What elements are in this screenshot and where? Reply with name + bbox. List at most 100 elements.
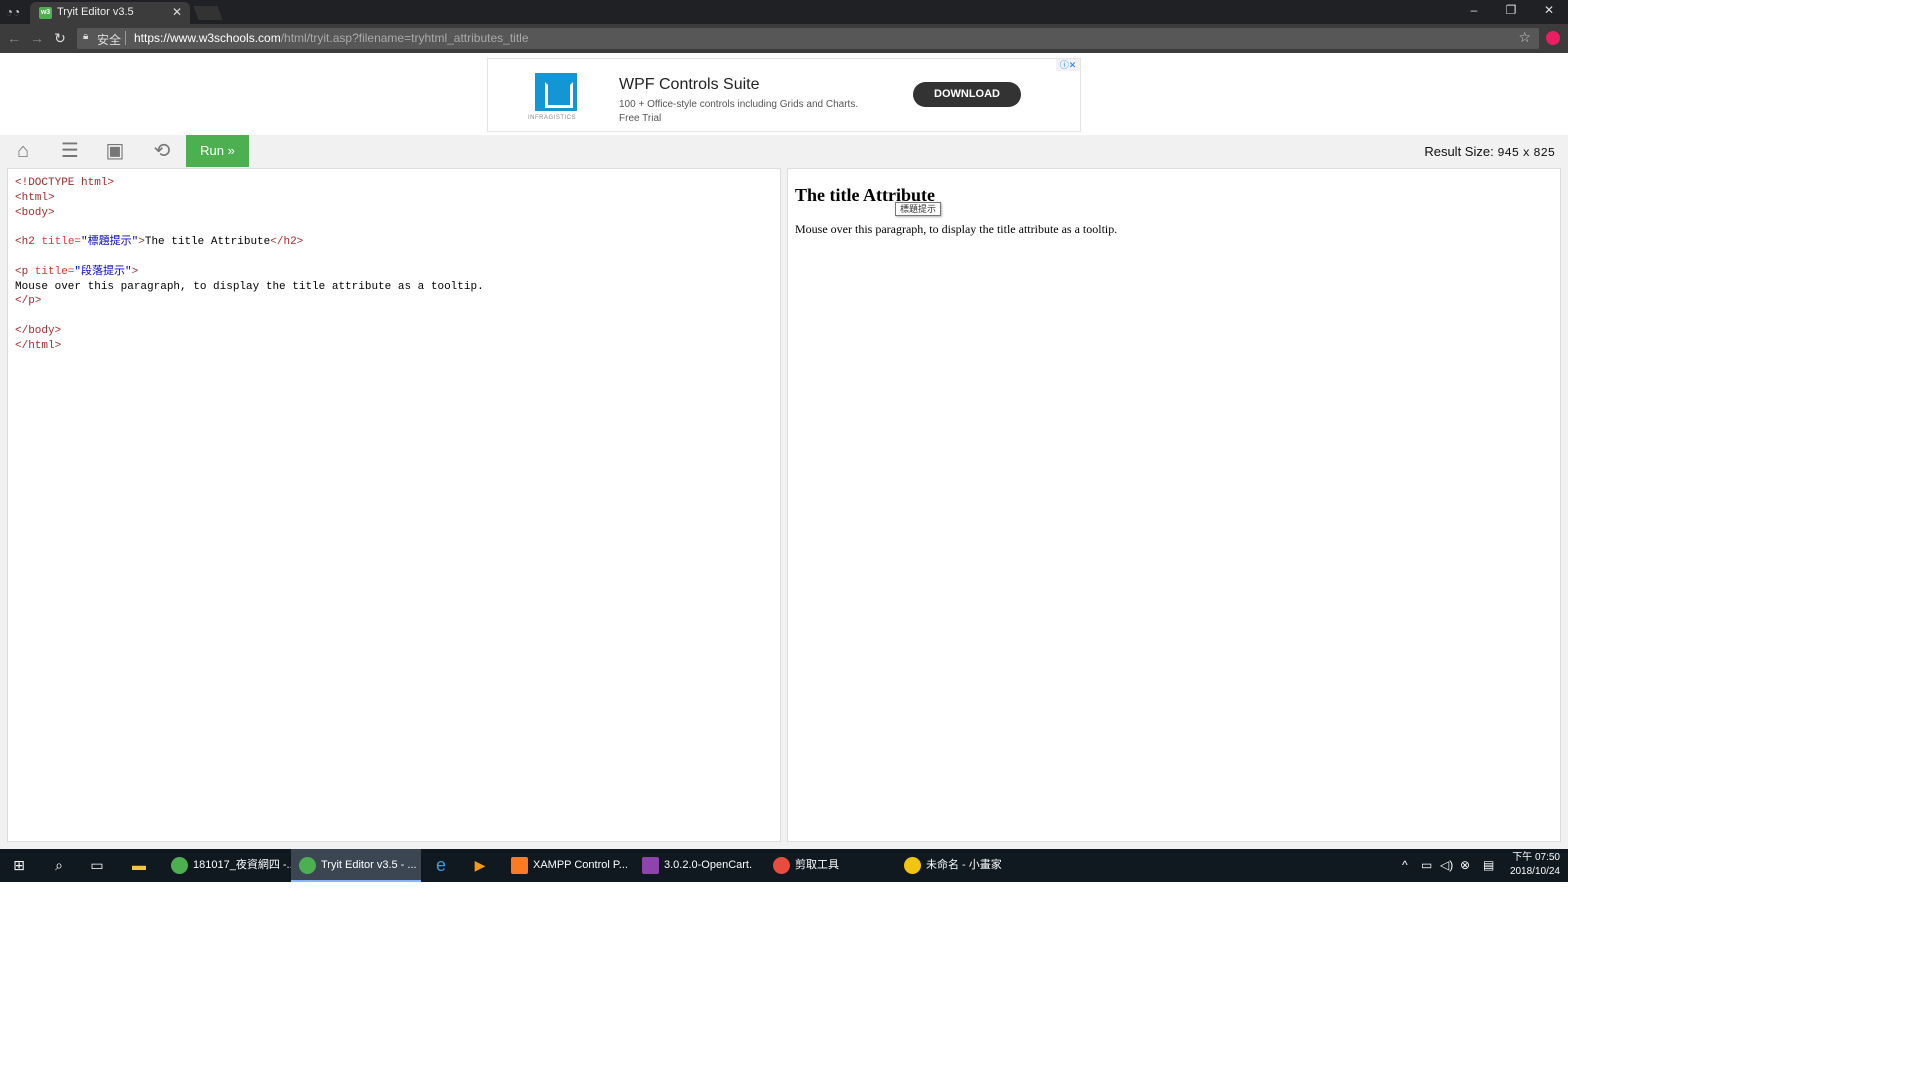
result-height: 825 <box>1533 146 1555 160</box>
divider <box>125 31 126 45</box>
result-content: The title Attribute Mouse over this para… <box>795 185 1117 237</box>
address-bar[interactable]: 🔒︎ 安全 https://www.w3schools.com/html/try… <box>77 28 1539 49</box>
clock[interactable]: 下午 07:50 2018/10/24 <box>1510 851 1560 879</box>
ad-close-icon[interactable]: ⓘ✕ <box>1056 59 1080 71</box>
code-token: "段落提示" <box>74 265 132 278</box>
taskbar-app-winrar[interactable]: 3.0.2.0-OpenCart. <box>634 849 761 882</box>
code-line: </p> <box>15 295 42 308</box>
code-token: The title Attribute <box>144 236 271 249</box>
forward-icon[interactable]: → <box>29 30 45 46</box>
result-width: 945 <box>1497 146 1519 160</box>
code-line: </html> <box>15 339 62 352</box>
code-token: </h2> <box>270 236 304 249</box>
volume-icon[interactable]: ◁) <box>1440 858 1453 872</box>
w3schools-favicon-icon: w3 <box>39 7 52 19</box>
chrome-icon <box>299 857 316 874</box>
windows-start-icon[interactable]: ⊞ <box>9 855 29 875</box>
code-text[interactable]: <!DOCTYPE html> <html> <body> <h2 title=… <box>15 176 484 354</box>
result-paragraph[interactable]: Mouse over this paragraph, to display th… <box>795 222 1117 237</box>
code-line: <html> <box>15 191 55 204</box>
clock-date: 2018/10/24 <box>1509 866 1560 877</box>
menu-icon[interactable]: ☰ <box>58 139 82 163</box>
back-icon[interactable]: ← <box>6 30 22 46</box>
url-host: https://www.w3schools.com <box>134 31 281 45</box>
winrar-icon <box>642 857 659 874</box>
media-player-icon[interactable]: ▶ <box>470 855 490 875</box>
taskbar: ⊞ ⌕ ▭ ▬ 181017_夜資網四 -... Tryit Editor v3… <box>0 849 1568 882</box>
task-view-icon[interactable]: ▭ <box>87 855 107 875</box>
code-token: > <box>131 265 139 278</box>
code-token: > <box>138 236 145 249</box>
incognito-icon: ◔◔ <box>5 5 21 19</box>
minimize-button[interactable]: – <box>1466 3 1482 17</box>
code-token: <p <box>15 265 29 278</box>
notification-icon[interactable]: ▤ <box>1483 858 1494 872</box>
code-line: Mouse over this paragraph, to display th… <box>15 280 484 293</box>
taskbar-app-paint[interactable]: 未命名 - 小畫家 <box>896 849 1023 882</box>
network-icon[interactable]: ▭ <box>1421 858 1432 872</box>
code-line: <!DOCTYPE html> <box>15 177 115 189</box>
snipping-tool-icon <box>773 857 790 874</box>
xampp-icon <box>511 857 528 874</box>
maximize-button[interactable]: ❐ <box>1503 3 1519 17</box>
tooltip: 標題提示 <box>895 202 942 216</box>
taskbar-app-chrome-2[interactable]: Tryit Editor v3.5 - ... <box>291 849 421 882</box>
url-text[interactable]: https://www.w3schools.com/html/tryit.asp… <box>134 31 529 45</box>
browser-tab[interactable]: w3 Tryit Editor v3.5 ✕ <box>30 2 190 24</box>
save-icon[interactable]: ▣ <box>103 139 127 163</box>
paint-icon <box>904 857 921 874</box>
tab-title: Tryit Editor v3.5 <box>57 6 134 18</box>
ad-brand: INFRAGISTICS <box>528 115 577 121</box>
taskbar-app-label: 未命名 - 小畫家 <box>926 859 1002 871</box>
code-token: title= <box>34 236 82 249</box>
bookmark-star-icon[interactable]: ☆ <box>1518 29 1531 46</box>
taskbar-app-label: Tryit Editor v3.5 - ... <box>321 859 417 871</box>
result-panel: The title Attribute Mouse over this para… <box>787 168 1561 842</box>
rotate-layout-icon[interactable]: ⟲ <box>150 139 174 163</box>
secure-label: 安全 <box>97 33 122 47</box>
code-line: <body> <box>15 206 55 219</box>
taskbar-app-label: 181017_夜資網四 -... <box>193 859 296 871</box>
ad-title[interactable]: WPF Controls Suite <box>619 76 759 94</box>
url-path: /html/tryit.asp?filename=tryhtml_attribu… <box>280 31 529 45</box>
chrome-icon <box>171 857 188 874</box>
file-explorer-icon[interactable]: ▬ <box>129 855 149 875</box>
code-token: <h2 <box>15 236 35 249</box>
result-size: Result Size: 945 x 825 <box>1424 144 1555 160</box>
reload-icon[interactable]: ↻ <box>52 30 68 47</box>
taskbar-app-label: 3.0.2.0-OpenCart. <box>664 859 753 871</box>
taskbar-app-snipping-tool[interactable]: 剪取工具 <box>765 849 892 882</box>
tab-close-icon[interactable]: ✕ <box>172 5 182 19</box>
code-line: </body> <box>15 324 62 337</box>
close-circle-icon[interactable]: ⊗ <box>1460 858 1470 872</box>
taskbar-app-xampp[interactable]: XAMPP Control P... <box>503 849 630 882</box>
taskbar-app-label: 剪取工具 <box>795 859 839 871</box>
ad-download-button[interactable]: DOWNLOAD <box>913 82 1021 107</box>
search-icon[interactable]: ⌕ <box>49 855 69 875</box>
extension-icon[interactable] <box>1546 31 1560 45</box>
window-close-button[interactable]: ✕ <box>1541 3 1557 17</box>
edge-icon[interactable]: e <box>431 855 451 875</box>
advertisement[interactable]: INFRAGISTICS WPF Controls Suite 100 + Of… <box>487 58 1081 132</box>
browser-toolbar: ← → ↻ 🔒︎ 安全 https://www.w3schools.com/ht… <box>0 24 1568 53</box>
ad-area: INFRAGISTICS WPF Controls Suite 100 + Of… <box>0 53 1568 135</box>
work-area: <!DOCTYPE html> <html> <body> <h2 title=… <box>0 167 1568 849</box>
run-button[interactable]: Run » <box>186 135 249 167</box>
taskbar-app-chrome-1[interactable]: 181017_夜資網四 -... <box>163 849 296 882</box>
code-token: "標題提示" <box>81 236 139 249</box>
code-token: title= <box>28 265 75 278</box>
taskbar-app-label: XAMPP Control P... <box>533 859 628 871</box>
tray-chevron-icon[interactable]: ^ <box>1402 858 1408 872</box>
home-icon[interactable]: ⌂ <box>11 139 35 163</box>
browser-tab-bar: ◔◔ w3 Tryit Editor v3.5 ✕ – ❐ ✕ <box>0 0 1568 24</box>
result-size-label: Result Size: <box>1424 144 1494 159</box>
result-x: x <box>1522 146 1530 160</box>
code-editor[interactable]: <!DOCTYPE html> <html> <body> <h2 title=… <box>7 168 781 842</box>
ad-text: 100 + Office-style controls including Gr… <box>619 99 859 124</box>
lock-icon: 🔒︎ <box>83 31 89 42</box>
result-heading[interactable]: The title Attribute <box>795 185 1117 206</box>
infragistics-logo-icon <box>535 73 577 111</box>
clock-time: 下午 07:50 <box>1512 852 1560 863</box>
editor-toolbar: ⌂ ☰ ▣ ⟲ Run » Result Size: 945 x 825 <box>0 135 1568 167</box>
new-tab-button[interactable] <box>193 6 223 20</box>
